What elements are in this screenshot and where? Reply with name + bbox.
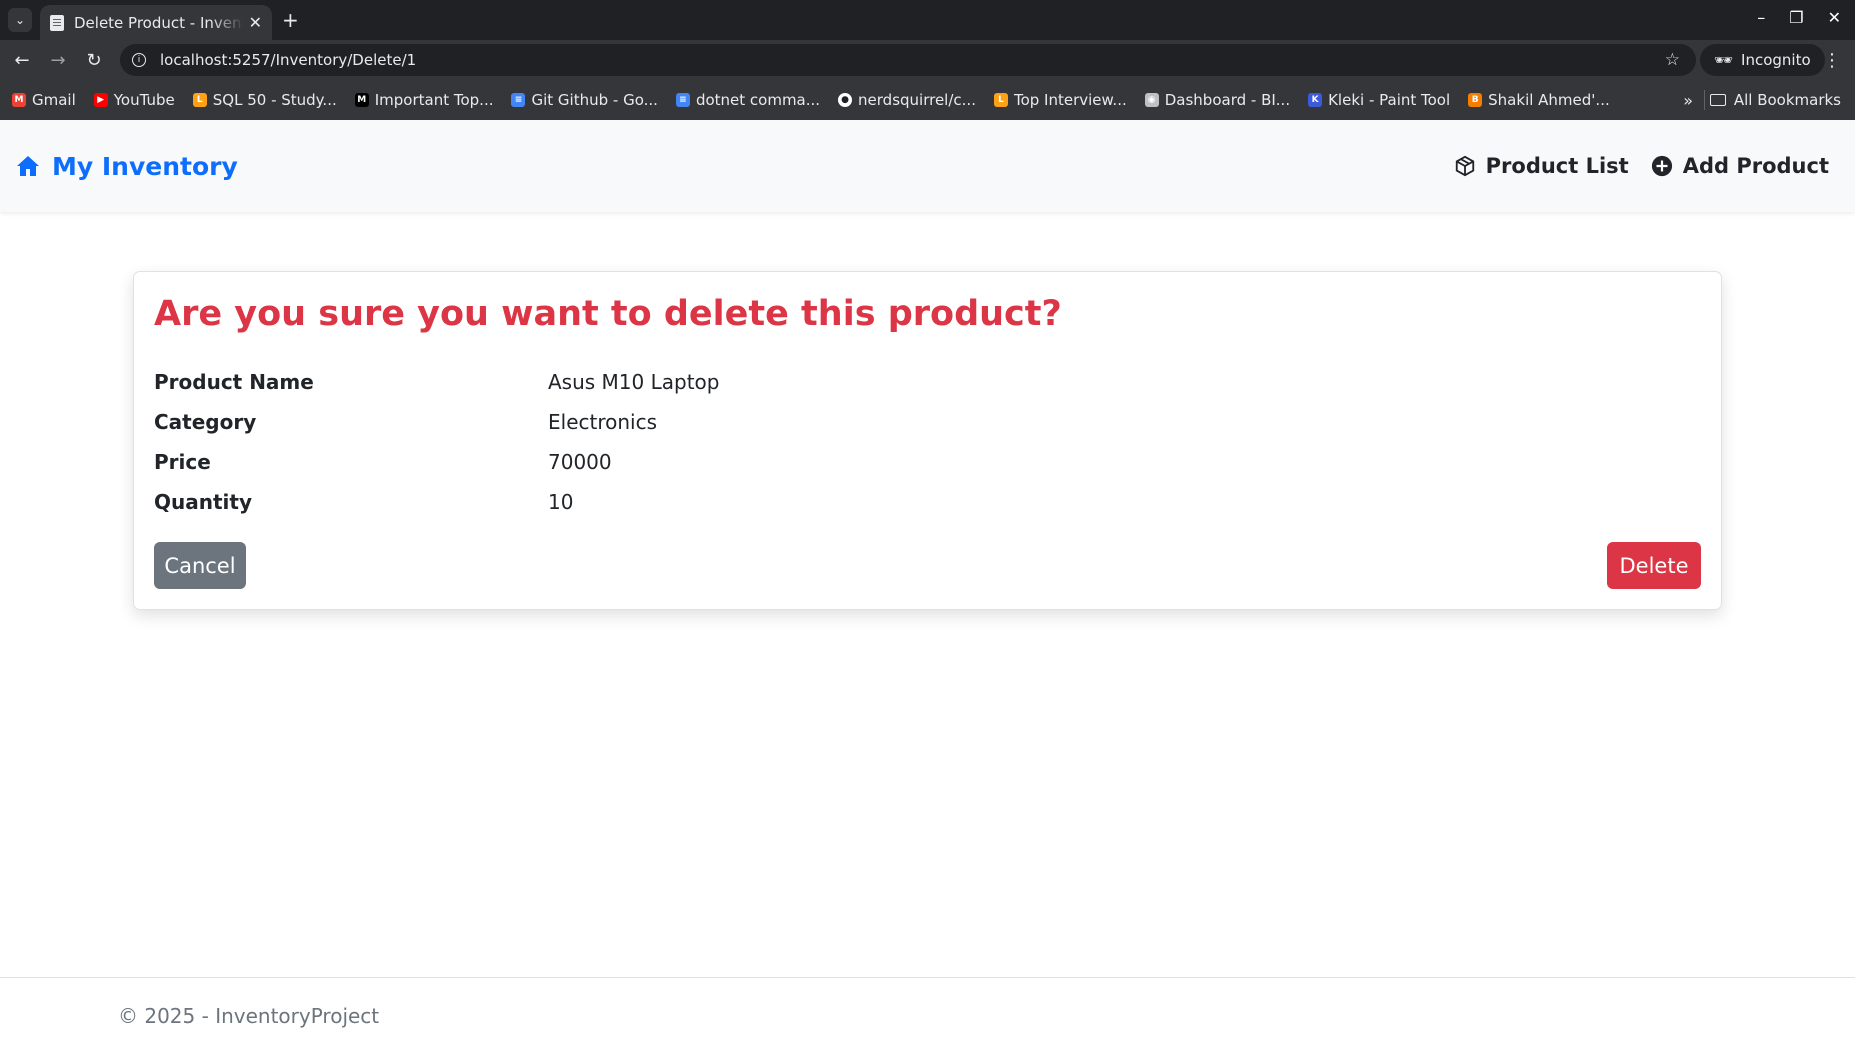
incognito-label: Incognito xyxy=(1741,51,1811,69)
docs-icon: ≡ xyxy=(675,93,690,107)
bookmark-label: Shakil Ahmed'... xyxy=(1488,91,1610,109)
detail-row-product-name: Product Name Asus M10 Laptop xyxy=(154,362,1701,402)
back-arrow-icon[interactable]: ← xyxy=(4,50,40,71)
detail-label: Price xyxy=(154,450,211,474)
footer-copyright: © 2025 - InventoryProject xyxy=(118,1004,380,1028)
nav-add-product-label: Add Product xyxy=(1682,154,1829,178)
bookmark-label: Git Github - Go... xyxy=(531,91,658,109)
url-text[interactable]: localhost:5257/Inventory/Delete/1 xyxy=(160,51,416,69)
bookmark-item[interactable]: ▶ YouTube xyxy=(93,91,175,109)
bookmark-item[interactable]: L Top Interview... xyxy=(993,91,1127,109)
bookmark-label: SQL 50 - Study... xyxy=(212,91,337,109)
browser-menu-icon[interactable]: ⋮ xyxy=(1823,50,1841,71)
detail-value: Asus M10 Laptop xyxy=(548,370,720,394)
detail-value: Electronics xyxy=(548,410,658,434)
page-favicon-icon xyxy=(50,14,64,31)
bookmark-label: Important Top... xyxy=(374,91,494,109)
new-tab-plus-icon[interactable]: + xyxy=(282,8,299,32)
restore-icon[interactable]: ❐ xyxy=(1789,8,1803,27)
bookmarks-bar: M Gmail ▶ YouTube L SQL 50 - Study... M Importa… xyxy=(0,80,1855,120)
tab-search-chevron-icon[interactable]: ⌄ xyxy=(8,8,32,32)
bookmark-item[interactable]: M Gmail xyxy=(12,91,76,109)
forward-arrow-icon[interactable]: → xyxy=(40,50,76,71)
home-icon xyxy=(17,156,39,176)
detail-row-category: Category Electronics xyxy=(154,402,1701,442)
all-bookmarks-label: All Bookmarks xyxy=(1733,91,1841,109)
tab-title: Delete Product - InventoryProject xyxy=(74,13,244,32)
youtube-icon: ▶ xyxy=(93,93,108,107)
bookmark-item[interactable]: ≡ dotnet comma... xyxy=(675,91,821,109)
site-info-icon[interactable]: i xyxy=(132,53,146,67)
bookmark-label: Gmail xyxy=(32,91,76,109)
brand-link[interactable]: My Inventory xyxy=(16,152,238,181)
browser-tab[interactable]: Delete Product - InventoryProject ✕ xyxy=(40,5,272,40)
incognito-icon: 🕶 xyxy=(1714,51,1734,69)
box-icon xyxy=(1455,155,1474,177)
incognito-badge[interactable]: 🕶 Incognito xyxy=(1700,44,1825,76)
web-page: My Inventory Product List Add Product Ar… xyxy=(0,120,1855,1053)
reload-icon[interactable]: ↻ xyxy=(76,50,112,71)
nav-add-product[interactable]: Add Product xyxy=(1651,154,1829,178)
address-bar[interactable]: i localhost:5257/Inventory/Delete/1 ☆ xyxy=(120,44,1696,76)
nav-links: Product List Add Product xyxy=(1454,154,1829,178)
bookmark-item[interactable]: M Important Top... xyxy=(354,91,494,109)
brand-title: My Inventory xyxy=(52,151,238,181)
folder-icon xyxy=(1709,94,1726,106)
detail-value: 10 xyxy=(548,490,574,514)
window-controls: – ❐ ✕ xyxy=(1757,8,1841,27)
close-window-icon[interactable]: ✕ xyxy=(1828,8,1841,27)
bookmark-item[interactable]: K Kleki - Paint Tool xyxy=(1308,91,1450,109)
github-icon: ● xyxy=(838,93,853,107)
browser-tab-strip: ⌄ Delete Product - InventoryProject ✕ + … xyxy=(0,0,1855,40)
bookmark-label: nerdsquirrel/c... xyxy=(858,91,976,109)
app-navbar: My Inventory Product List Add Product xyxy=(0,120,1855,212)
medium-icon: M xyxy=(354,93,369,107)
nav-product-list[interactable]: Product List xyxy=(1454,154,1629,178)
globe-icon: ◉ xyxy=(1144,93,1159,107)
all-bookmarks-button[interactable]: All Bookmarks xyxy=(1709,91,1841,109)
bookmark-item[interactable]: B Shakil Ahmed'... xyxy=(1468,91,1610,109)
detail-label: Product Name xyxy=(154,370,314,394)
kleki-icon: K xyxy=(1308,93,1323,107)
detail-value: 70000 xyxy=(548,450,612,474)
detail-label: Quantity xyxy=(154,490,252,514)
more-bookmarks-chevron-icon[interactable]: » xyxy=(1683,91,1693,110)
bookmark-item[interactable]: ● nerdsquirrel/c... xyxy=(838,91,976,109)
cancel-button[interactable]: Cancel xyxy=(154,542,246,589)
detail-row-quantity: Quantity 10 xyxy=(154,482,1701,522)
bookmark-label: Top Interview... xyxy=(1013,91,1127,109)
bookmark-item[interactable]: ◉ Dashboard - BI... xyxy=(1144,91,1291,109)
bookmark-label: Kleki - Paint Tool xyxy=(1328,91,1451,109)
docs-icon: ≡ xyxy=(511,93,526,107)
bookmark-item[interactable]: ≡ Git Github - Go... xyxy=(511,91,658,109)
delete-confirm-card: Are you sure you want to delete this pro… xyxy=(133,271,1722,610)
bookmark-label: dotnet comma... xyxy=(695,91,821,109)
nav-product-list-label: Product List xyxy=(1485,154,1629,178)
blogger-icon: B xyxy=(1468,93,1483,107)
bookmark-label: Dashboard - BI... xyxy=(1164,91,1291,109)
bookmark-item[interactable]: L SQL 50 - Study... xyxy=(192,91,337,109)
gmail-icon: M xyxy=(12,93,26,107)
confirm-heading: Are you sure you want to delete this pro… xyxy=(154,294,1062,334)
bookmarks-divider xyxy=(1704,90,1705,110)
bookmark-star-icon[interactable]: ☆ xyxy=(1665,50,1680,70)
bookmark-label: YouTube xyxy=(113,91,175,109)
plus-circle-icon xyxy=(1651,155,1672,177)
detail-label: Category xyxy=(154,410,257,434)
minimize-icon[interactable]: – xyxy=(1757,8,1765,27)
browser-toolbar: ← → ↻ i localhost:5257/Inventory/Delete/… xyxy=(0,40,1855,80)
delete-button[interactable]: Delete xyxy=(1607,542,1701,589)
page-footer: © 2025 - InventoryProject xyxy=(0,977,1855,1053)
leetcode-icon: L xyxy=(192,93,207,107)
leetcode-icon: L xyxy=(993,93,1008,107)
detail-row-price: Price 70000 xyxy=(154,442,1701,482)
close-tab-icon[interactable]: ✕ xyxy=(249,13,262,32)
